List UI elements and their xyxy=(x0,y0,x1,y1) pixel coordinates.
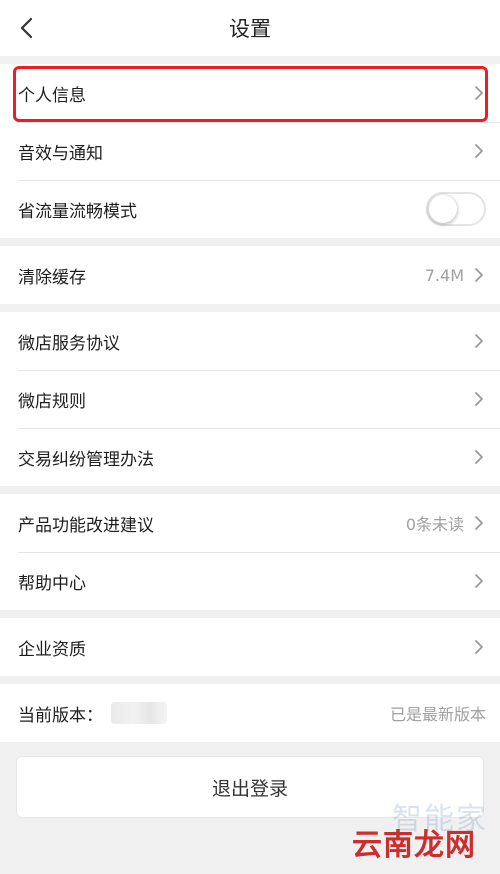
settings-group-account: 个人信息 音效与通知 省流量流畅模式 xyxy=(0,64,500,238)
top-bar: 设置 xyxy=(0,0,500,56)
blurred-version-number xyxy=(111,702,167,724)
chevron-right-icon xyxy=(475,450,483,464)
chevron-right-icon xyxy=(475,516,483,530)
row-current-version: 当前版本： 已是最新版本 xyxy=(0,684,500,742)
row-help-center[interactable]: 帮助中心 xyxy=(0,552,500,610)
chevron-right-icon xyxy=(475,268,483,282)
cache-size-value: 7.4M xyxy=(424,265,464,285)
row-label: 企业资质 xyxy=(18,639,86,660)
row-label: 交易纠纷管理办法 xyxy=(18,449,154,470)
settings-group-cache: 清除缓存 7.4M xyxy=(0,246,500,304)
chevron-right-icon xyxy=(475,574,483,588)
row-clear-cache[interactable]: 清除缓存 7.4M xyxy=(0,246,500,304)
chevron-right-icon xyxy=(475,392,483,406)
version-status: 已是最新版本 xyxy=(389,705,486,724)
row-label: 帮助中心 xyxy=(18,573,86,594)
row-feedback[interactable]: 产品功能改进建议 0条未读 xyxy=(0,494,500,552)
row-dispute-policy[interactable]: 交易纠纷管理办法 xyxy=(0,428,500,486)
row-data-saver-mode: 省流量流畅模式 xyxy=(0,180,500,238)
row-sound-notification[interactable]: 音效与通知 xyxy=(0,122,500,180)
row-service-agreement[interactable]: 微店服务协议 xyxy=(0,312,500,370)
settings-group-feedback: 产品功能改进建议 0条未读 帮助中心 xyxy=(0,494,500,610)
row-label: 音效与通知 xyxy=(18,143,103,164)
row-label: 产品功能改进建议 xyxy=(18,515,154,536)
row-personal-info[interactable]: 个人信息 xyxy=(0,64,500,122)
row-label: 当前版本： xyxy=(18,705,103,726)
row-label: 个人信息 xyxy=(18,85,86,106)
row-label: 省流量流畅模式 xyxy=(18,201,137,222)
row-enterprise-qualification[interactable]: 企业资质 xyxy=(0,618,500,676)
chevron-left-icon[interactable] xyxy=(14,14,42,42)
row-label: 微店规则 xyxy=(18,391,86,412)
page-title: 设置 xyxy=(229,17,271,41)
toggle-knob xyxy=(429,195,457,223)
chevron-right-icon xyxy=(475,334,483,348)
settings-group-enterprise: 企业资质 xyxy=(0,618,500,676)
row-shop-rules[interactable]: 微店规则 xyxy=(0,370,500,428)
settings-group-policies: 微店服务协议 微店规则 交易纠纷管理办法 xyxy=(0,312,500,486)
watermark-brand: 云南龙网 xyxy=(352,828,476,863)
chevron-right-icon xyxy=(475,86,483,100)
row-label: 微店服务协议 xyxy=(18,333,120,354)
unread-count-value: 0条未读 xyxy=(405,515,464,534)
chevron-right-icon xyxy=(475,144,483,158)
settings-group-version: 当前版本： 已是最新版本 xyxy=(0,684,500,742)
chevron-right-icon xyxy=(475,640,483,654)
row-label: 清除缓存 xyxy=(18,267,86,288)
data-saver-toggle[interactable] xyxy=(426,192,486,226)
